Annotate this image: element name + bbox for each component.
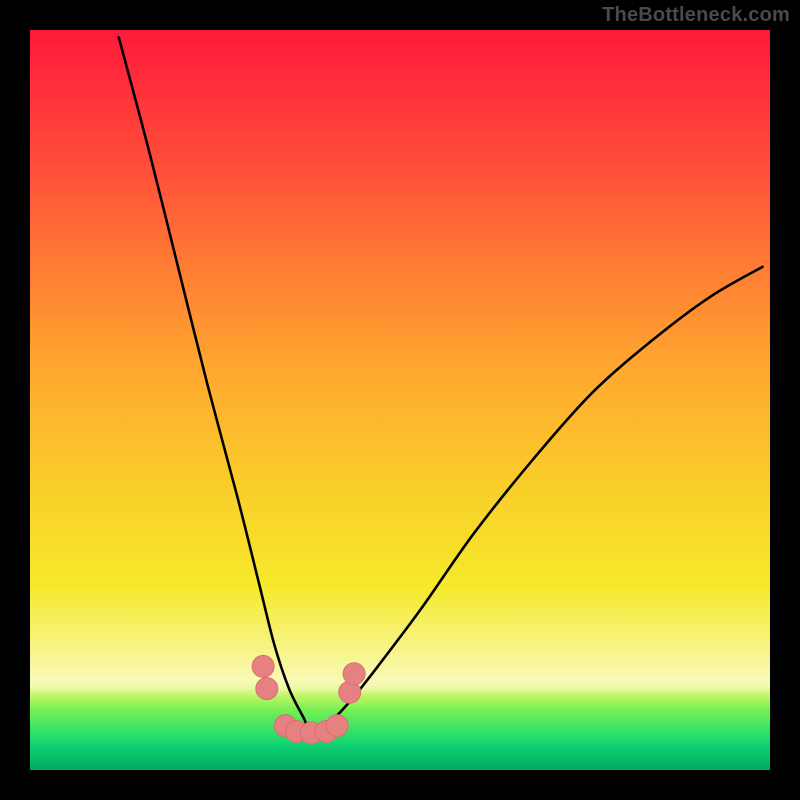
watermark-text: TheBottleneck.com xyxy=(602,4,790,27)
valley-marker xyxy=(252,655,274,677)
bottleneck-curve xyxy=(119,37,763,733)
valley-marker xyxy=(256,678,278,700)
valley-marker xyxy=(343,663,365,685)
plot-area xyxy=(30,30,770,770)
valley-marker xyxy=(326,715,348,737)
valley-markers xyxy=(252,655,365,744)
chart-frame: TheBottleneck.com xyxy=(0,0,800,800)
chart-svg xyxy=(30,30,770,770)
